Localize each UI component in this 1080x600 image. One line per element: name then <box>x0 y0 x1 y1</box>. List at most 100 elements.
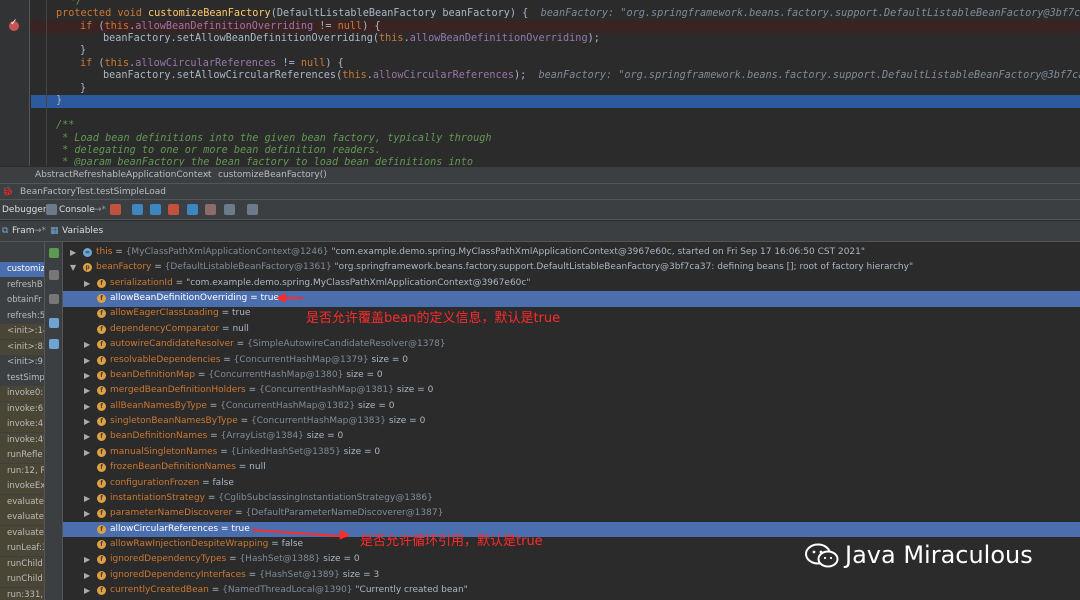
show-execution-point-icon[interactable] <box>110 204 121 215</box>
expand-arrow-icon[interactable]: ▶ <box>84 383 90 398</box>
breakpoint-icon[interactable] <box>9 18 19 31</box>
expand-arrow-icon[interactable]: ▶ <box>84 506 90 521</box>
stack-frame[interactable]: obtainFr <box>0 293 44 308</box>
stack-frame[interactable]: invokeEx <box>0 479 44 494</box>
variable-row[interactable]: ▶ f instantiationStrategy = {CglibSubclass… <box>63 491 1080 506</box>
new-watch-icon[interactable] <box>49 248 59 258</box>
expand-arrow-icon[interactable]: ▶ <box>84 552 90 567</box>
variable-row[interactable]: ▶ f mergedBeanDefinitionHolders = {Concurr… <box>63 383 1080 398</box>
tab-pin-icon[interactable]: →* <box>94 200 106 220</box>
variable-row[interactable]: ▼ p beanFactory = {DefaultListableBeanFact… <box>63 260 1080 275</box>
copy-value-icon[interactable] <box>49 318 59 328</box>
frames-pin-icon[interactable]: →* <box>34 221 46 242</box>
variable-row[interactable]: f dependencyComparator = null <box>63 322 1080 337</box>
stack-frame[interactable]: run:331, <box>0 587 44 600</box>
expand-arrow-icon[interactable]: ▶ <box>84 445 90 460</box>
tab-variables[interactable]: Variables <box>62 221 103 242</box>
variable-row[interactable]: ▶ f allBeanNamesByType = {ConcurrentHashMa… <box>63 399 1080 414</box>
wechat-icon <box>805 543 839 568</box>
stack-frame[interactable]: evaluate <box>0 494 44 510</box>
variable-row[interactable]: ▶ = this = {MyClassPathXmlApplicationConte… <box>63 245 1080 260</box>
variable-row[interactable]: ▶ f autowireCandidateResolver = {SimpleAut… <box>63 337 1080 352</box>
expand-arrow-icon[interactable]: ▶ <box>84 429 90 444</box>
drop-frame-icon[interactable] <box>205 204 216 215</box>
variable-row[interactable]: f frozenBeanDefinitionNames = null <box>63 460 1080 475</box>
expand-arrow-icon[interactable]: ▶ <box>84 276 90 291</box>
stack-frame[interactable]: <init>:14 <box>0 324 44 339</box>
stack-frame[interactable]: invoke:49 <box>0 432 44 448</box>
stack-frame[interactable]: refresh:5 <box>0 309 44 324</box>
stack-frame[interactable]: invoke:4 <box>0 417 44 432</box>
variable-name: allowCircularReferences <box>110 523 219 534</box>
variable-line: parameterNameDiscoverer = {DefaultParame… <box>110 506 443 521</box>
variable-row[interactable]: ▶ f beanDefinitionNames = {ArrayList@1384}… <box>63 429 1080 444</box>
tab-console[interactable]: Console <box>59 200 95 220</box>
debug-session-tab[interactable]: BeanFactoryTest.testSimpleLoad <box>20 184 166 200</box>
expand-arrow-icon[interactable]: ▶ <box>84 368 90 383</box>
variable-row[interactable]: f configurationFrozen = false <box>63 476 1080 491</box>
stack-frame[interactable]: invoke:6 <box>0 401 44 417</box>
equals-sign: = <box>247 293 261 304</box>
variable-row[interactable]: ▶ f serializationId = "com.example.demo.sp… <box>63 276 1080 291</box>
collapse-arrow-icon[interactable]: ▼ <box>70 260 76 275</box>
variable-value: null <box>249 462 266 473</box>
stack-frame[interactable]: refreshB <box>0 278 44 293</box>
expand-arrow-icon[interactable]: ▶ <box>84 568 90 583</box>
expand-arrow-icon[interactable]: ▶ <box>84 399 90 414</box>
stack-frame[interactable]: testSimp <box>0 371 44 386</box>
stack-frame[interactable]: runRefle <box>0 448 44 463</box>
field-icon: f <box>97 324 106 334</box>
expand-arrow-icon[interactable]: ▶ <box>84 491 90 506</box>
stack-frame[interactable]: invoke0: <box>0 386 44 401</box>
variable-name: allBeanNamesByType <box>110 400 207 411</box>
variable-row[interactable]: ▶ f parameterNameDiscoverer = {DefaultPara… <box>63 506 1080 521</box>
variable-type: {NamedThreadLocal@1390} <box>222 585 353 596</box>
tab-debugger[interactable]: Debugger <box>2 200 47 220</box>
variable-row[interactable]: ▶ f singletonBeanNamesByType = {Concurrent… <box>63 414 1080 429</box>
remove-watch-icon[interactable] <box>49 270 59 280</box>
stack-frame[interactable]: runChild <box>0 556 44 572</box>
step-into-icon[interactable] <box>150 204 161 215</box>
step-over-icon[interactable] <box>132 204 143 215</box>
stack-frame[interactable]: evaluate <box>0 510 44 525</box>
expand-arrow-icon[interactable]: ▶ <box>70 245 76 260</box>
evaluate-expression-icon[interactable] <box>247 204 258 215</box>
variable-name: beanFactory <box>96 262 152 273</box>
variable-line: allowCircularReferences = true <box>110 522 250 537</box>
stack-frame[interactable]: <init>:9, <box>0 355 44 370</box>
expand-arrow-icon[interactable]: ▶ <box>84 583 90 598</box>
move-up-icon[interactable] <box>49 294 59 304</box>
variable-name: resolvableDependencies <box>110 354 221 365</box>
variable-row[interactable]: ▶ f manualSingletonNames = {LinkedHashSet@… <box>63 445 1080 460</box>
variable-row[interactable]: ▶ f resolvableDependencies = {ConcurrentHa… <box>63 353 1080 368</box>
variable-row[interactable]: f allowCircularReferences = true <box>63 521 1080 538</box>
variable-value: true <box>232 308 251 319</box>
field-icon: f <box>97 493 106 503</box>
step-out-icon[interactable] <box>187 204 198 215</box>
variable-line: ignoredDependencyTypes = {HashSet@1388} … <box>110 552 360 567</box>
variable-row[interactable]: ▶ f currentlyCreatedBean = {NamedThreadLoc… <box>63 583 1080 598</box>
stack-frame[interactable]: customiz <box>0 262 44 277</box>
variable-row[interactable]: ▶ f beanDefinitionMap = {ConcurrentHashMap… <box>63 368 1080 383</box>
expand-arrow-icon[interactable]: ▶ <box>84 414 90 429</box>
breadcrumb-method[interactable]: customizeBeanFactory() <box>218 167 327 183</box>
stack-frame[interactable]: runChild <box>0 572 44 587</box>
stack-frame[interactable]: run:12, R <box>0 463 44 479</box>
variable-row[interactable]: f allowBeanDefinitionOverriding = true <box>63 291 1080 307</box>
field-icon: f <box>97 370 106 380</box>
code-editor[interactable]: */ protected void customizeBeanFactory(D… <box>0 0 1080 166</box>
debug-bug-icon: 🐞 <box>2 187 14 197</box>
stack-frame[interactable]: <init>:85 <box>0 339 44 355</box>
stack-frame[interactable]: evaluate <box>0 525 44 541</box>
breadcrumb-class[interactable]: AbstractRefreshableApplicationContext <box>35 167 212 183</box>
variable-value: "com.example.demo.spring.MyClassPathXmlA… <box>186 277 531 288</box>
tab-frames[interactable]: Fram <box>12 221 35 242</box>
frames-list[interactable]: customiz refreshB obtainFr refresh:5 <init>:… <box>0 242 45 600</box>
variable-row[interactable]: f allowEagerClassLoading = true <box>63 306 1080 321</box>
expand-arrow-icon[interactable]: ▶ <box>84 353 90 368</box>
force-step-into-icon[interactable] <box>168 204 179 215</box>
stack-frame[interactable]: runLeaf:3 <box>0 541 44 556</box>
show-types-icon[interactable] <box>49 339 59 349</box>
expand-arrow-icon[interactable]: ▶ <box>84 337 90 352</box>
run-to-cursor-icon[interactable] <box>224 204 235 215</box>
